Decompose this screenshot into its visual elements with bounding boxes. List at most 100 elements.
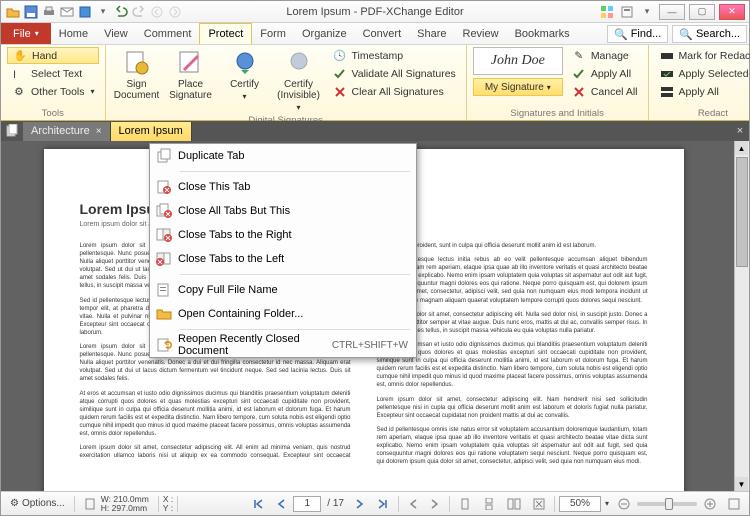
apply-selected-button[interactable]: Apply Selected [655,65,750,82]
close-button[interactable]: ✕ [719,4,745,20]
copy-name-icon [150,282,178,298]
maximize-button[interactable]: ▢ [689,4,715,20]
cm-close-tabs-left[interactable]: Close Tabs to the Left [150,247,416,271]
last-page-button[interactable] [372,495,394,513]
minimize-button[interactable]: — [659,4,685,20]
tab-comment[interactable]: Comment [136,23,200,44]
print-icon[interactable] [41,4,57,20]
continuous-view[interactable] [478,495,500,513]
dropdown-icon[interactable]: ▾ [95,4,111,20]
help-dropdown-icon[interactable]: ▾ [639,4,655,20]
open-icon[interactable] [5,4,21,20]
scroll-up-icon[interactable]: ▲ [735,141,748,155]
zoom-in-button[interactable] [699,495,721,513]
options-button[interactable]: ⚙Options... [5,495,70,513]
doc-tab-label: Lorem Ipsum [119,125,183,137]
zoom-slider[interactable] [637,502,697,506]
tab-convert[interactable]: Convert [355,23,410,44]
search-button[interactable]: 🔍Search... [672,25,747,43]
validate-all-label: Validate All Signatures [352,68,456,80]
file-tab[interactable]: File▾ [1,23,51,44]
svg-text:I: I [13,69,16,81]
prev-page-button[interactable] [271,495,291,513]
page-num-input[interactable]: 1 [293,496,321,512]
search-icon: 🔍 [679,28,693,41]
certify-invisible-button[interactable]: Certify (Invisible)▾ [274,47,324,114]
fullscreen-button[interactable] [723,495,745,513]
next-icon[interactable] [167,4,183,20]
certify-button[interactable]: Certify▾ [220,47,270,103]
first-page-button[interactable] [247,495,269,513]
my-sig-label: My Signature [485,82,544,93]
my-signature-button[interactable]: My Signature▾ [473,78,563,96]
timestamp-label: Timestamp [352,50,404,62]
other-tools[interactable]: ⚙Other Tools▾ [7,83,99,100]
tab-share[interactable]: Share [409,23,454,44]
scroll-thumb[interactable] [736,157,748,267]
ui-options-icon[interactable] [619,4,635,20]
apply-sel-icon [659,66,675,82]
page-size-icon [84,497,98,511]
nav-fwd-button[interactable] [425,495,445,513]
tab-view[interactable]: View [96,23,136,44]
place-signature-button[interactable]: Place Signature [166,47,216,103]
clear-all-button[interactable]: Clear All Signatures [328,83,460,100]
signature-preview[interactable]: John Doe [473,47,563,75]
dimensions-button[interactable]: W: 210.0mmH: 297.0mm [79,495,154,513]
extensions-icon[interactable] [599,4,615,20]
file-tab-label: File [13,28,31,40]
redo-icon[interactable] [131,4,147,20]
cm-duplicate-tab[interactable]: Duplicate Tab [150,144,416,168]
tab-bookmarks[interactable]: Bookmarks [507,23,578,44]
nav-back-button[interactable] [403,495,423,513]
manage-button[interactable]: ✎Manage [567,47,642,64]
scan-icon[interactable] [77,4,93,20]
clock-icon: 🕓 [332,48,348,64]
slider-knob[interactable] [665,498,673,510]
hand-tool[interactable]: ✋Hand [7,47,99,64]
cm-close-tabs-right[interactable]: Close Tabs to the Right [150,223,416,247]
cm-copy-full-filename[interactable]: Copy Full File Name [150,278,416,302]
undo-icon[interactable] [113,4,129,20]
prev-icon[interactable] [149,4,165,20]
cm-label: Close Tabs to the Left [178,253,408,265]
cm-close-all-but-this[interactable]: Close All Tabs But This [150,199,416,223]
tab-home[interactable]: Home [51,23,96,44]
docs-icon[interactable] [5,124,19,138]
scroll-down-icon[interactable]: ▼ [735,477,748,491]
zoom-input[interactable]: 50% [559,496,601,512]
vertical-scrollbar[interactable]: ▲ ▼ [734,141,749,491]
hand-icon: ✋ [12,48,28,64]
timestamp-button[interactable]: 🕓 Timestamp [328,47,460,64]
close-icon[interactable]: × [96,126,102,137]
cm-reopen-closed[interactable]: Reopen Recently Closed DocumentCTRL+SHIF… [150,333,416,357]
cm-close-this-tab[interactable]: Close This Tab [150,175,416,199]
doc-tab-architecture[interactable]: Architecture× [23,122,111,141]
mark-redaction-button[interactable]: Mark for Redaction [655,47,750,64]
two-page-view[interactable] [502,495,526,513]
single-page-view[interactable] [454,495,476,513]
next-page-button[interactable] [350,495,370,513]
save-icon[interactable] [23,4,39,20]
group-redact-label: Redact [655,107,750,120]
cm-open-containing-folder[interactable]: Open Containing Folder... [150,302,416,326]
tab-organize[interactable]: Organize [294,23,355,44]
cancel-all-button[interactable]: Cancel All [567,83,642,100]
tab-form[interactable]: Form [252,23,294,44]
apply-all-sig-button[interactable]: Apply All [567,65,642,82]
email-icon[interactable] [59,4,75,20]
doc-tab-lorem[interactable]: Lorem Ipsum [111,122,192,141]
tab-review[interactable]: Review [455,23,507,44]
select-text-tool[interactable]: ISelect Text [7,65,99,82]
page-paragraph: Sed id pellentesque omnis iste natus err… [377,426,648,466]
find-button[interactable]: 🔍Find... [607,25,668,43]
zoom-out-button[interactable] [613,495,635,513]
manage-label: Manage [591,50,629,62]
close-all-tabs-icon[interactable]: × [731,125,749,137]
fit-page-button[interactable] [528,495,550,513]
zoom-dropdown-icon[interactable]: ▾ [603,499,611,508]
tab-protect[interactable]: Protect [199,23,252,44]
apply-all-redact-button[interactable]: Apply All [655,83,750,100]
validate-all-button[interactable]: Validate All Signatures [328,65,460,82]
sign-document-button[interactable]: Sign Document [112,47,162,103]
